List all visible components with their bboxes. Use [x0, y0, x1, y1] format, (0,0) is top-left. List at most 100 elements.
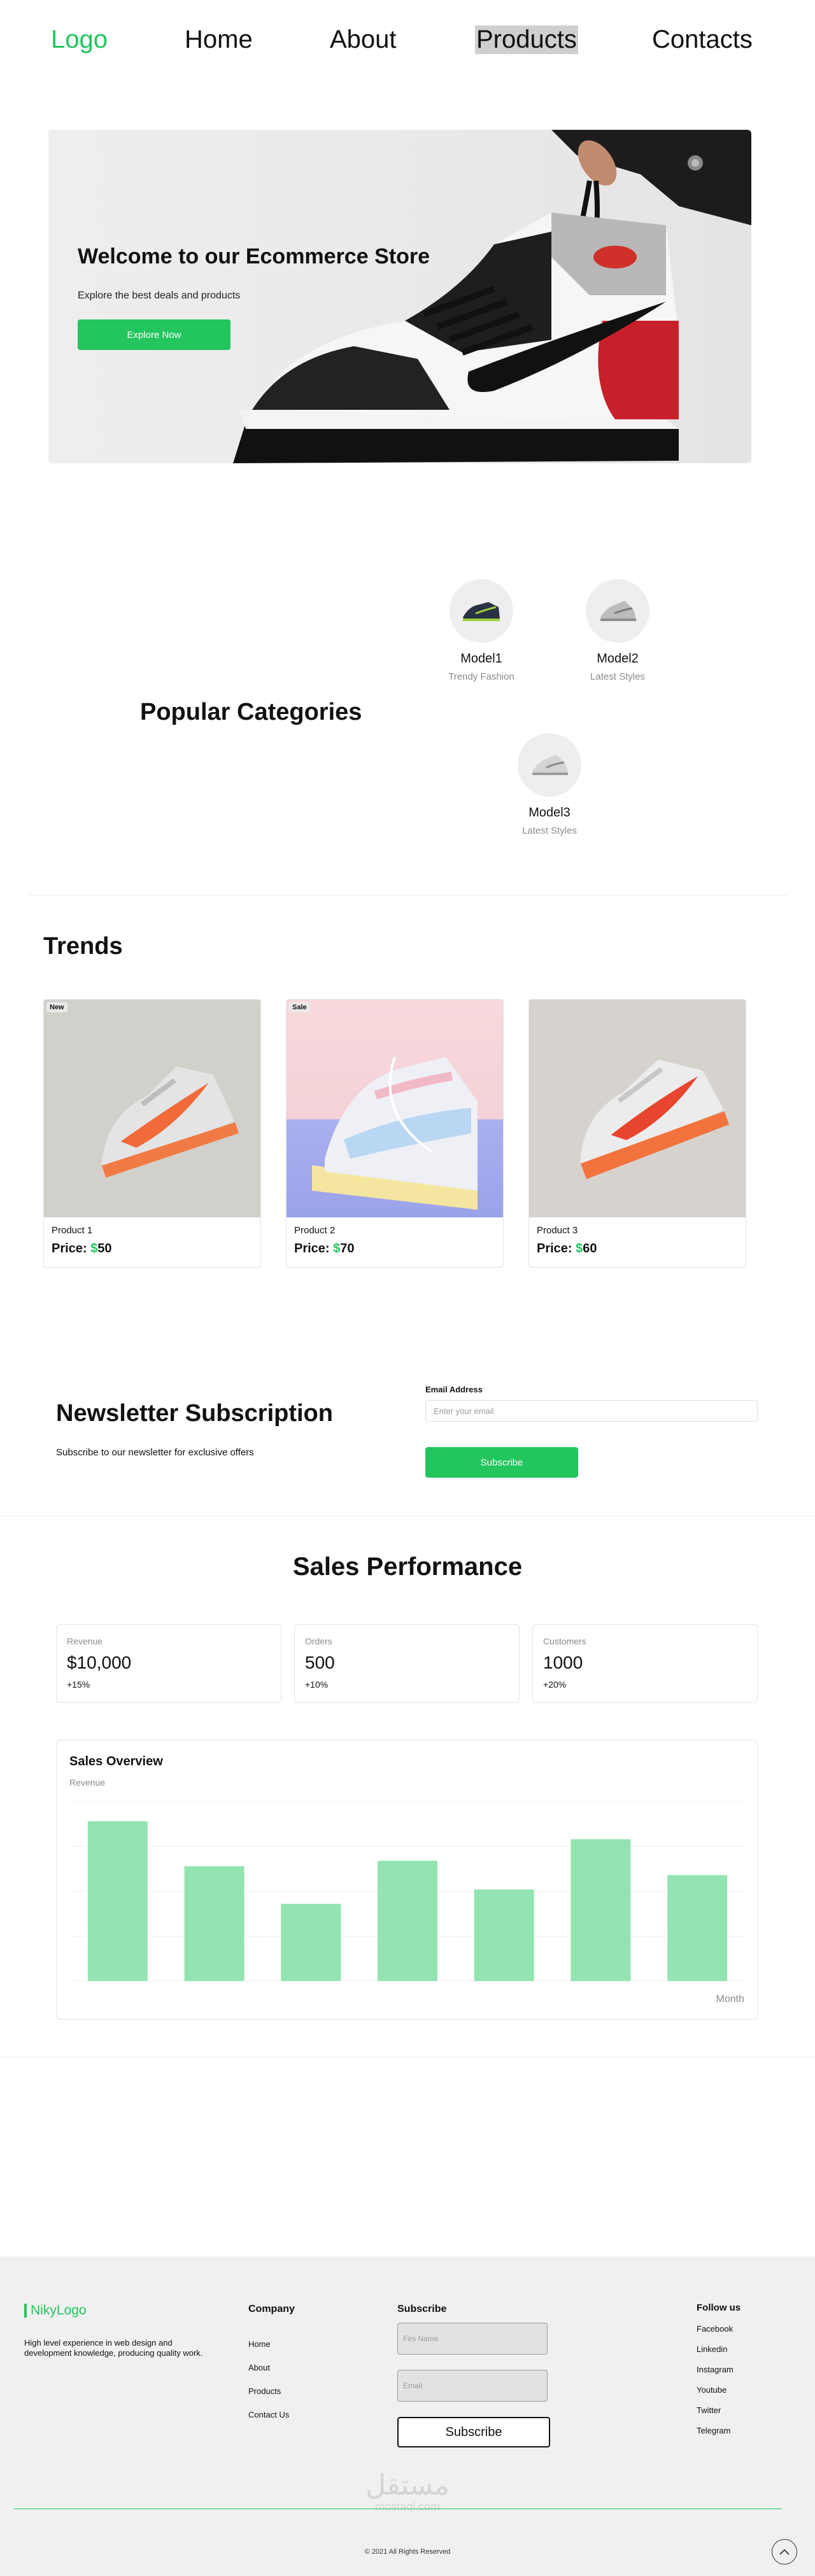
category-model1[interactable]: Model1 Trendy Fashion [418, 579, 545, 682]
stat-change: +10% [305, 1679, 329, 1690]
product-name: Product 3 [537, 1225, 578, 1236]
product-image: Sale [287, 1000, 503, 1217]
footer-subscribe-title: Subscribe [397, 2304, 447, 2314]
footer-link-youtube[interactable]: Youtube [697, 2385, 726, 2395]
category-image [450, 579, 513, 643]
scroll-to-top-button[interactable] [772, 2539, 797, 2565]
top-nav: Logo Home About Products Contacts [0, 0, 815, 83]
footer-link-linkedin[interactable]: Linkedin [697, 2344, 727, 2354]
nav-link-products[interactable]: Products [475, 25, 578, 54]
chart-x-label: Month [716, 1994, 744, 2005]
bar-3[interactable] [281, 1903, 341, 1981]
footer-brand[interactable]: NikyLogo [24, 2304, 87, 2318]
stat-card-orders: Orders 500 +10% [294, 1624, 520, 1703]
category-model3[interactable]: Model3 Latest Styles [486, 733, 613, 836]
category-subtitle: Latest Styles [522, 825, 577, 836]
stat-change: +20% [543, 1679, 567, 1690]
footer-follow-title: Follow us [697, 2302, 741, 2313]
sneaker-icon [600, 601, 636, 621]
footer-link-about[interactable]: About [248, 2363, 270, 2372]
bar-7[interactable] [667, 1875, 728, 1981]
bar-6[interactable] [570, 1839, 631, 1981]
newsletter-subtitle: Subscribe to our newsletter for exclusiv… [56, 1447, 254, 1458]
newsletter-email-input[interactable] [425, 1400, 758, 1422]
stat-value: $10,000 [67, 1653, 132, 1672]
stat-card-revenue: Revenue $10,000 +15% [56, 1624, 281, 1703]
chevron-up-icon [779, 2549, 790, 2555]
newsletter-title: Newsletter Subscription [56, 1400, 333, 1427]
category-model2[interactable]: Model2 Latest Styles [554, 579, 681, 682]
bar-2[interactable] [184, 1866, 244, 1981]
footer: NikyLogo High level experience in web de… [0, 2257, 815, 2576]
nav-link-contacts[interactable]: Contacts [652, 25, 753, 54]
footer-email-input[interactable] [397, 2370, 548, 2402]
watermark-domain: mostaql.com [374, 2500, 441, 2513]
stat-label: Orders [305, 1636, 332, 1646]
logo[interactable]: Logo [51, 25, 108, 54]
copyright: © 2021 All Rights Reserved [364, 2548, 451, 2556]
chart-title: Sales Overview [69, 1754, 163, 1768]
bar-4[interactable] [378, 1861, 437, 1981]
category-image [586, 579, 649, 643]
footer-company-title: Company [248, 2304, 295, 2314]
footer-first-name-input[interactable] [397, 2323, 548, 2355]
product-card-3[interactable]: Product 3 Price: $60 [528, 999, 746, 1268]
product-name: Product 1 [52, 1225, 93, 1236]
category-name: Model1 [460, 652, 502, 666]
product-price: Price: $70 [294, 1242, 355, 1256]
product-name: Product 2 [294, 1225, 336, 1236]
sales-title: Sales Performance [292, 1553, 523, 1581]
stat-label: Customers [543, 1636, 586, 1646]
footer-link-home[interactable]: Home [248, 2339, 271, 2349]
stat-value: 500 [305, 1653, 335, 1672]
stat-card-customers: Customers 1000 +20% [532, 1624, 758, 1703]
product-image [529, 1000, 746, 1217]
sneaker-icon [532, 755, 568, 775]
nav-link-home[interactable]: Home [185, 25, 253, 54]
sneaker-photo [312, 1056, 478, 1210]
product-price: Price: $60 [537, 1242, 597, 1256]
product-card-2[interactable]: Sale Product 2 Price: $70 [286, 999, 504, 1268]
sneaker-icon [463, 602, 500, 621]
category-subtitle: Latest Styles [590, 671, 645, 682]
hero-subtitle: Explore the best deals and products [78, 290, 241, 301]
newsletter-subscribe-button[interactable]: Subscribe [425, 1447, 578, 1478]
bar-5[interactable] [474, 1889, 534, 1981]
footer-description: High level experience in web design and … [24, 2338, 203, 2358]
footer-link-contact-us[interactable]: Contact Us [248, 2410, 289, 2419]
product-image: New [44, 1000, 260, 1217]
sales-overview-chart: Sales Overview Revenue Month [56, 1740, 758, 2020]
footer-link-telegram[interactable]: Telegram [697, 2426, 730, 2435]
product-tag: Sale [289, 1002, 310, 1012]
hero-sneaker-image [233, 130, 751, 463]
footer-link-facebook[interactable]: Facebook [697, 2324, 733, 2334]
hero-title: Welcome to our Ecommerce Store [78, 244, 430, 269]
sneaker-photo [580, 1060, 730, 1179]
product-price: Price: $50 [52, 1242, 112, 1256]
footer-subscribe-button[interactable]: Subscribe [397, 2417, 550, 2447]
footer-link-products[interactable]: Products [248, 2386, 281, 2396]
chart-y-label: Revenue [69, 1777, 106, 1788]
product-card-1[interactable]: New Product 1 Price: $50 [43, 999, 261, 1268]
nav-link-about[interactable]: About [330, 25, 397, 54]
stat-label: Revenue [67, 1636, 103, 1646]
trends-title: Trends [43, 933, 123, 960]
bar-1[interactable] [87, 1821, 148, 1981]
footer-link-instagram[interactable]: Instagram [697, 2365, 734, 2374]
categories-title: Popular Categories [140, 699, 362, 725]
category-image [518, 733, 581, 797]
category-subtitle: Trendy Fashion [448, 671, 514, 682]
bar-chart-svg [69, 1801, 746, 1982]
category-name: Model3 [528, 806, 570, 820]
watermark: مستقل mostaql.com [357, 2469, 458, 2513]
watermark-arabic: مستقل [365, 2469, 450, 2502]
email-label: Email Address [425, 1385, 483, 1394]
stat-value: 1000 [543, 1653, 583, 1672]
sneaker-photo [101, 1066, 239, 1178]
footer-link-twitter[interactable]: Twitter [697, 2405, 721, 2415]
explore-now-button[interactable]: Explore Now [78, 319, 230, 350]
product-tag: New [46, 1002, 67, 1012]
stat-change: +15% [67, 1679, 90, 1690]
hero-banner: Welcome to our Ecommerce Store Explore t… [48, 130, 751, 463]
category-name: Model2 [597, 652, 639, 666]
